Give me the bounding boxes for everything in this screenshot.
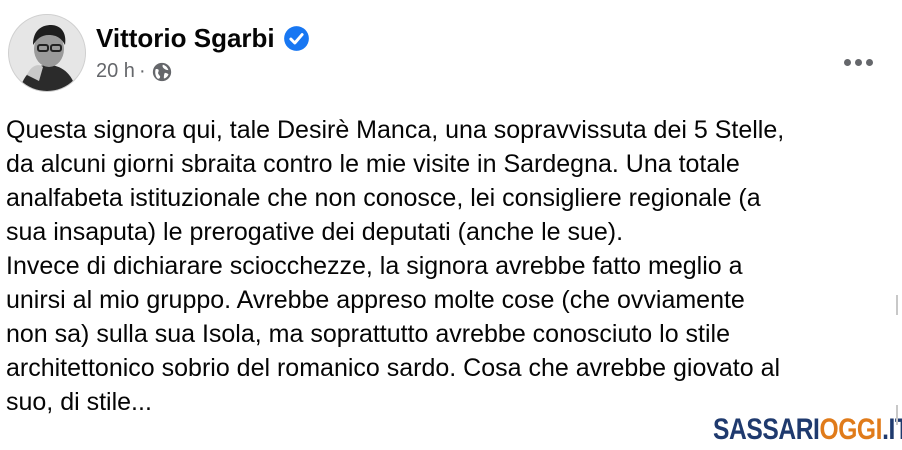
scrollbar-mark xyxy=(896,295,898,315)
post-time[interactable]: 20 h xyxy=(96,60,135,83)
sassarioggi-watermark: SASSARIOGGI.IT xyxy=(713,413,902,447)
post-text-line: Questa signora qui, tale Desirè Manca, u… xyxy=(6,116,785,144)
more-dot xyxy=(865,58,873,66)
post-text-line: unirsi al mio gruppo. Avrebbe appreso mo… xyxy=(6,286,745,314)
post-meta: 20 h · xyxy=(96,60,173,83)
post-text: Questa signora qui, tale Desirè Manca, u… xyxy=(6,113,886,419)
meta-separator: · xyxy=(138,60,146,82)
post-text-line: sua insaputa) le prerogative dei deputat… xyxy=(6,218,624,246)
author-avatar[interactable] xyxy=(8,14,86,92)
watermark-part-1: SASSARI xyxy=(713,413,820,446)
post-text-line: non sa) sulla sua Isola, ma soprattutto … xyxy=(6,320,731,348)
more-dot xyxy=(854,58,862,66)
scrollbar-mark xyxy=(896,405,898,425)
post-text-line: da alcuni giorni sbraita contro le mie v… xyxy=(6,150,740,178)
post-text-line: architettonico sobrio del romanico sardo… xyxy=(6,354,781,382)
post-text-line: analfabeta istituzionale che non conosce… xyxy=(6,184,761,212)
verified-check-icon xyxy=(283,25,310,52)
more-dot xyxy=(843,58,851,66)
watermark-part-2: OGGI xyxy=(819,413,883,446)
facebook-post: Vittorio Sgarbi 20 h · Questa signora qu… xyxy=(0,0,902,450)
post-text-line: Invece di dichiarare sciocchezze, la sig… xyxy=(6,252,743,280)
scrollbar-edge xyxy=(892,0,902,450)
author-line: Vittorio Sgarbi xyxy=(96,20,310,56)
globe-icon[interactable] xyxy=(151,61,173,83)
avatar-photo xyxy=(9,15,85,91)
more-options-icon[interactable] xyxy=(828,42,888,82)
author-name[interactable]: Vittorio Sgarbi xyxy=(96,23,275,54)
post-header: Vittorio Sgarbi 20 h · xyxy=(8,14,888,94)
